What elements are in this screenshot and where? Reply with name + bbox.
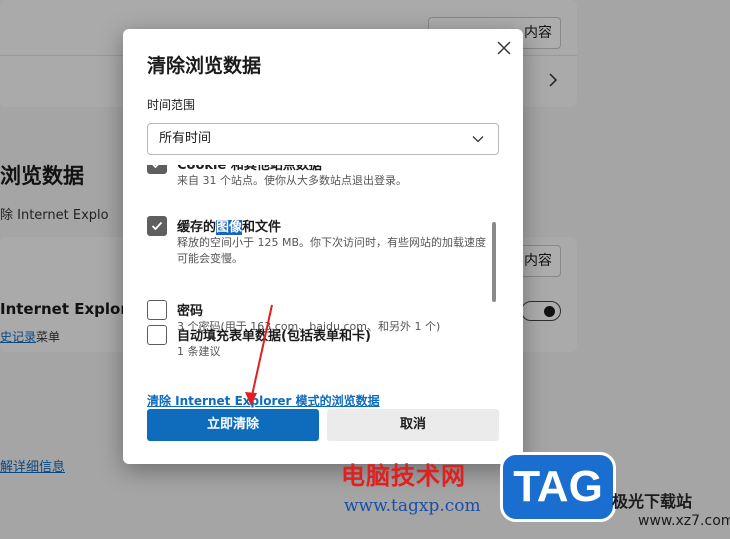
clear-browsing-data-dialog: 清除浏览数据 时间范围 所有时间 Cookie 和其他站点数据 来自 31 个站… bbox=[123, 29, 523, 464]
close-icon[interactable] bbox=[493, 37, 515, 59]
checkbox-cache[interactable] bbox=[147, 216, 167, 236]
title-highlight: 图像 bbox=[216, 220, 243, 235]
title-before: 缓存的 bbox=[177, 220, 217, 235]
clear-now-button[interactable]: 立即清除 bbox=[147, 409, 319, 441]
item-title: 密码 bbox=[177, 304, 204, 319]
clear-ie-mode-data-link[interactable]: 清除 Internet Explorer 模式的浏览数据 bbox=[147, 392, 380, 409]
check-icon bbox=[151, 221, 163, 231]
list-scrollbar[interactable] bbox=[492, 222, 496, 302]
checkbox-cookies[interactable] bbox=[147, 165, 167, 174]
time-range-value: 所有时间 bbox=[159, 131, 212, 146]
dialog-title: 清除浏览数据 bbox=[147, 55, 262, 77]
title-after: 和文件 bbox=[242, 220, 282, 235]
watermark-tag-logo: TAG bbox=[500, 452, 616, 522]
chevron-down-icon bbox=[472, 136, 484, 143]
cancel-button[interactable]: 取消 bbox=[327, 409, 499, 441]
time-range-label: 时间范围 bbox=[147, 98, 196, 112]
watermark-url: www.tagxp.com bbox=[344, 496, 481, 516]
item-title: 缓存的图像和文件 bbox=[177, 216, 281, 235]
checkbox-autofill[interactable] bbox=[147, 325, 167, 345]
checkbox-passwords[interactable] bbox=[147, 300, 167, 320]
item-title: Cookie 和其他站点数据 bbox=[177, 165, 322, 173]
item-desc: 来自 31 个站点。使你从大多数站点退出登录。 bbox=[177, 174, 407, 187]
item-title: 自动填充表单数据(包括表单和卡) bbox=[177, 329, 371, 344]
item-desc: 1 条建议 bbox=[177, 345, 221, 358]
watermark-site-url: www.xz7.com bbox=[638, 513, 730, 529]
check-icon bbox=[152, 165, 159, 169]
watermark-site-name: 极光下载站 bbox=[612, 492, 693, 511]
time-range-select[interactable]: 所有时间 bbox=[147, 123, 499, 155]
watermark-text: 电脑技术网 bbox=[341, 462, 466, 490]
item-desc: 释放的空间小于 125 MB。你下次访问时，有些网站的加载速度可能会变慢。 bbox=[177, 236, 487, 265]
